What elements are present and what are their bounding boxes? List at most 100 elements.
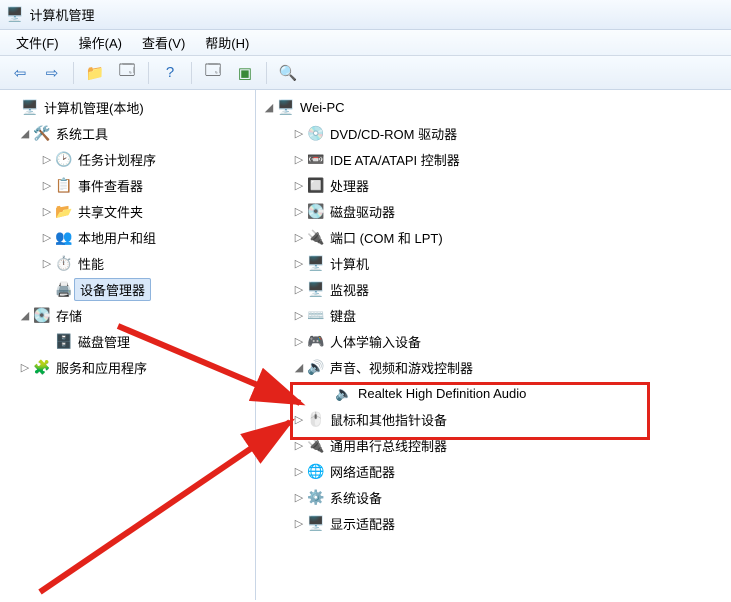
node-disk-drives[interactable]: ▷ 💽 磁盘驱动器	[256, 198, 731, 224]
node-task-scheduler[interactable]: ▷ 🕑 任务计划程序	[0, 146, 255, 172]
toolbar-separator	[266, 62, 267, 84]
node-processors[interactable]: ▷ 🔲 处理器	[256, 172, 731, 198]
node-monitors[interactable]: ▷ 🖥️ 监视器	[256, 276, 731, 302]
node-ide[interactable]: ▷ 📼 IDE ATA/ATAPI 控制器	[256, 146, 731, 172]
node-label: 计算机管理(本地)	[40, 96, 148, 119]
left-tree-pane[interactable]: 🖥️ 计算机管理(本地) ◢ 🛠️ 系统工具 ▷ 🕑	[0, 90, 256, 600]
help-button[interactable]: ?	[156, 60, 184, 86]
node-shared-folders[interactable]: ▷ 📂 共享文件夹	[0, 198, 255, 224]
expanded-twisty-icon[interactable]: ◢	[18, 309, 32, 322]
collapsed-twisty-icon[interactable]: ▷	[292, 413, 306, 426]
collapsed-twisty-icon[interactable]: ▷	[292, 439, 306, 452]
collapsed-twisty-icon[interactable]: ▷	[292, 335, 306, 348]
node-usb[interactable]: ▷ 🔌 通用串行总线控制器	[256, 432, 731, 458]
collapsed-twisty-icon[interactable]: ▷	[292, 491, 306, 504]
usb-icon: 🔌	[306, 437, 326, 454]
system-icon: ⚙️	[306, 489, 326, 506]
computer-icon: 🖥️	[306, 255, 326, 272]
collapsed-twisty-icon[interactable]: ▷	[40, 179, 54, 192]
event-icon: 📋	[54, 177, 74, 194]
node-ports[interactable]: ▷ 🔌 端口 (COM 和 LPT)	[256, 224, 731, 250]
node-performance[interactable]: ▷ ⏱️ 性能	[0, 250, 255, 276]
node-label: 显示适配器	[326, 512, 399, 535]
collapsed-twisty-icon[interactable]: ▷	[292, 517, 306, 530]
run-button[interactable]: ▣	[231, 60, 259, 86]
menu-help[interactable]: 帮助(H)	[195, 30, 259, 55]
network-icon: 🌐	[306, 463, 326, 480]
speaker-icon: 🔈	[334, 385, 354, 402]
node-label: 处理器	[326, 174, 373, 197]
collapsed-twisty-icon[interactable]: ▷	[292, 283, 306, 296]
collapsed-twisty-icon[interactable]: ▷	[40, 205, 54, 218]
node-dvd[interactable]: ▷ 💿 DVD/CD-ROM 驱动器	[256, 120, 731, 146]
scan-button[interactable]: 🔍	[274, 60, 302, 86]
node-system-tools[interactable]: ◢ 🛠️ 系统工具	[0, 120, 255, 146]
collapsed-twisty-icon[interactable]: ▷	[292, 309, 306, 322]
node-device-manager[interactable]: 🖨️ 设备管理器	[0, 276, 255, 302]
menu-file[interactable]: 文件(F)	[6, 30, 69, 55]
cpu-icon: 🔲	[306, 177, 326, 194]
expanded-twisty-icon[interactable]: ◢	[292, 361, 306, 374]
collapsed-twisty-icon[interactable]: ▷	[292, 465, 306, 478]
users-icon: 👥	[54, 229, 74, 246]
collapsed-twisty-icon[interactable]: ▷	[292, 179, 306, 192]
toolbar-separator	[191, 62, 192, 84]
menu-view[interactable]: 查看(V)	[132, 30, 195, 55]
collapsed-twisty-icon[interactable]: ▷	[40, 231, 54, 244]
menu-action[interactable]: 操作(A)	[69, 30, 132, 55]
node-pc-root[interactable]: ◢ 🖥️ Wei-PC	[256, 94, 731, 120]
node-keyboards[interactable]: ▷ ⌨️ 键盘	[256, 302, 731, 328]
storage-icon: 💽	[32, 307, 52, 324]
node-local-users[interactable]: ▷ 👥 本地用户和组	[0, 224, 255, 250]
computer-icon: 🖥️	[276, 99, 296, 116]
node-label: 系统设备	[326, 486, 386, 509]
node-label: 设备管理器	[74, 278, 151, 301]
node-network[interactable]: ▷ 🌐 网络适配器	[256, 458, 731, 484]
node-label: 监视器	[326, 278, 373, 301]
node-system[interactable]: ▷ ⚙️ 系统设备	[256, 484, 731, 510]
collapsed-twisty-icon[interactable]: ▷	[292, 257, 306, 270]
properties-button[interactable]: 🗔	[113, 60, 141, 86]
menu-bar: 文件(F) 操作(A) 查看(V) 帮助(H)	[0, 30, 731, 56]
node-label: 性能	[74, 252, 108, 275]
dvd-icon: 💿	[306, 125, 326, 142]
node-label: 本地用户和组	[74, 226, 160, 249]
node-display[interactable]: ▷ 🖥️ 显示适配器	[256, 510, 731, 536]
expanded-twisty-icon[interactable]: ◢	[18, 127, 32, 140]
tools-icon: 🛠️	[32, 125, 52, 142]
back-button[interactable]: ⇦	[6, 60, 34, 86]
computer-icon: 🖥️	[20, 99, 40, 116]
console-button[interactable]: 🗔	[199, 60, 227, 86]
keyboard-icon: ⌨️	[306, 307, 326, 324]
node-services[interactable]: ▷ 🧩 服务和应用程序	[0, 354, 255, 380]
forward-button[interactable]: ⇨	[38, 60, 66, 86]
collapsed-twisty-icon[interactable]: ▷	[40, 153, 54, 166]
mouse-icon: 🖱️	[306, 411, 326, 428]
collapsed-twisty-icon[interactable]: ▷	[292, 153, 306, 166]
collapsed-twisty-icon[interactable]: ▷	[18, 361, 32, 374]
clock-icon: 🕑	[54, 151, 74, 168]
node-disk-management[interactable]: 🗄️ 磁盘管理	[0, 328, 255, 354]
node-label: 键盘	[326, 304, 360, 327]
right-tree-pane[interactable]: ◢ 🖥️ Wei-PC ▷ 💿 DVD/CD-ROM 驱动器 ▷ 📼 IDE A…	[256, 90, 731, 600]
node-hid[interactable]: ▷ 🎮 人体学输入设备	[256, 328, 731, 354]
folder-icon: 📂	[54, 203, 74, 220]
node-label: 计算机	[326, 252, 373, 275]
node-label: Wei-PC	[296, 98, 349, 117]
node-label: 网络适配器	[326, 460, 399, 483]
node-event-viewer[interactable]: ▷ 📋 事件查看器	[0, 172, 255, 198]
collapsed-twisty-icon[interactable]: ▷	[292, 205, 306, 218]
collapsed-twisty-icon[interactable]: ▷	[292, 231, 306, 244]
collapsed-twisty-icon[interactable]: ▷	[40, 257, 54, 270]
node-computer-management[interactable]: 🖥️ 计算机管理(本地)	[0, 94, 255, 120]
node-sound[interactable]: ◢ 🔊 声音、视频和游戏控制器	[256, 354, 731, 380]
node-label: Realtek High Definition Audio	[354, 384, 530, 403]
device-manager-icon: 🖨️	[54, 281, 74, 298]
node-storage[interactable]: ◢ 💽 存储	[0, 302, 255, 328]
node-mouse[interactable]: ▷ 🖱️ 鼠标和其他指针设备	[256, 406, 731, 432]
expanded-twisty-icon[interactable]: ◢	[262, 101, 276, 114]
collapsed-twisty-icon[interactable]: ▷	[292, 127, 306, 140]
node-computer[interactable]: ▷ 🖥️ 计算机	[256, 250, 731, 276]
up-button[interactable]: 📁	[81, 60, 109, 86]
node-realtek-audio[interactable]: 🔈 Realtek High Definition Audio	[256, 380, 731, 406]
